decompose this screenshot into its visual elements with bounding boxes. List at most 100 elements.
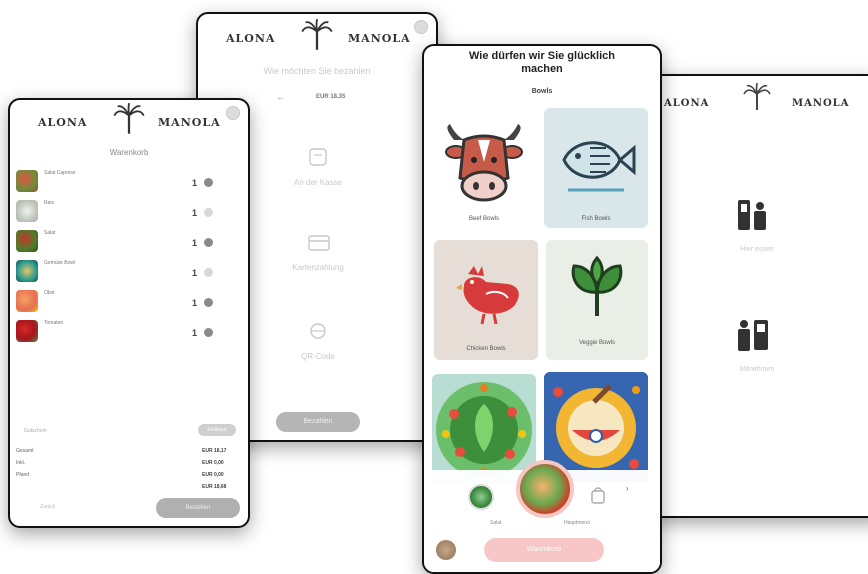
avatar[interactable] [436,540,456,560]
subtitle: Bowls [531,88,553,95]
card-icon [308,235,330,251]
list-item[interactable]: Reis 1 [10,198,248,228]
brand-left: ALONA [664,98,710,109]
total-value: EUR 18,17 [202,448,227,454]
coupon-apply-button[interactable]: Einlösen [198,424,236,436]
kiosk-option-takeaway[interactable]: Mitnehmen [712,316,802,396]
chicken-icon [456,266,519,325]
close-icon[interactable] [226,106,240,120]
kiosk-screen: ALONA MANOLA Hier essen Mitnehmen [650,74,868,518]
total-label: Gesamt [16,448,34,454]
item-name: Reis [44,200,55,206]
bag-icon[interactable] [590,486,606,504]
quantity-stepper[interactable] [204,298,213,307]
payment-option-label: QR-Code [301,352,335,361]
palm-logo-icon [113,103,145,134]
back-arrow-icon[interactable]: ← [276,92,285,102]
brand-left: ALONA [38,116,88,129]
food-thumbnail [16,260,38,282]
quantity-stepper[interactable] [204,238,213,247]
list-item[interactable]: Gemüse Bowl 1 [10,258,248,288]
list-item[interactable]: Salat 1 [10,228,248,258]
coupon-apply-label: Einlösen [207,427,227,433]
page-title: Warenkorb [109,148,149,157]
food-thumbnail [16,320,38,342]
item-qty: 1 [192,208,198,218]
item-name: Gemüse Bowl [44,260,76,266]
kiosk-takeaway-icon [738,320,768,351]
qr-icon [310,323,326,339]
title-line: machen [521,63,563,75]
total-label: Inkl. [16,460,26,466]
quantity-stepper[interactable] [204,208,213,217]
page-title: Wie dürfen wir Sie glücklich machen [424,50,660,76]
total-value: EUR 0,00 [202,460,224,466]
palm-logo-icon [301,19,333,50]
list-item[interactable]: Obst 1 [10,288,248,318]
payment-option-qr[interactable]: QR-Code [258,316,378,376]
kiosk-option-dine-in[interactable]: Hier essen [712,196,802,276]
footer-right-label: Hauptmenü [564,520,590,526]
item-name: Salat [44,230,56,236]
total-label: Pfand [16,472,30,478]
total-value: EUR 0,00 [202,472,224,478]
kiosk-option-label: Mitnehmen [739,366,775,373]
category-label: Chicken Bowls [466,346,506,352]
quantity-stepper[interactable] [204,328,213,337]
payment-option-label: Kartenzahlung [292,263,344,272]
food-thumbnail [16,230,38,252]
payment-option-label: An der Kasse [293,178,343,187]
chevron-right-icon[interactable]: › [626,484,629,493]
category-label: Veggie Bowls [578,340,616,346]
fish-icon [562,141,636,192]
item-qty: 1 [192,178,198,188]
brand-right: MANOLA [158,116,221,129]
list-item[interactable]: Salat Caprese 1 [10,168,248,198]
brand-right: MANOLA [792,98,850,109]
close-icon[interactable] [414,20,428,34]
back-button[interactable]: Zurück [40,504,55,510]
pay-button-label: Bezahlen [303,418,333,425]
item-name: Tomaten [44,320,64,326]
cart-screen: ALONA MANOLA Warenkorb Salat Caprese 1 R… [8,98,250,528]
pay-button[interactable]: Bezahlen [276,412,360,432]
title-line: Wie dürfen wir Sie glücklich [469,50,615,62]
checkout-button[interactable]: Bestellen [156,498,240,518]
palm-logo-icon [743,82,771,110]
grand-total-value: EUR 18,68 [202,484,227,490]
item-qty: 1 [192,268,198,278]
featured-bowl[interactable] [516,460,574,518]
quantity-stepper[interactable] [204,178,213,187]
menu-screen: Wie dürfen wir Sie glücklich machen Bowl… [422,44,662,574]
salad-bowl-thumbnail[interactable] [468,484,494,510]
payment-option-register[interactable]: An der Kasse [258,142,378,202]
footer-left-label: Salat [490,520,502,526]
food-thumbnail [16,170,38,192]
category-tile-veggie[interactable]: Veggie Bowls [546,240,648,360]
bottom-bar: › Salat Hauptmenü Warenkorb [424,460,660,572]
kiosk-option-label: Hier essen [740,246,774,253]
cart-list: Salat Caprese 1 Reis 1 Salat 1 Gemüse Bo… [10,168,248,348]
food-thumbnail [16,200,38,222]
vegetable-icon [571,255,623,316]
item-qty: 1 [192,328,198,338]
category-label: Fish Bowls [581,216,611,222]
list-item[interactable]: Tomaten 1 [10,318,248,348]
item-name: Obst [44,290,55,296]
quantity-stepper[interactable] [204,268,213,277]
brand-right: MANOLA [348,32,411,45]
register-icon [309,148,327,166]
category-tile-chicken[interactable]: Chicken Bowls [434,240,538,360]
payment-option-card[interactable]: Kartenzahlung [258,229,378,289]
item-name: Salat Caprese [44,170,76,176]
food-thumbnail [16,290,38,312]
category-tile-beef[interactable]: Beef Bowls [434,116,534,228]
item-qty: 1 [192,298,198,308]
cart-button[interactable]: Warenkorb [484,538,604,562]
cart-button-label: Warenkorb [527,546,561,553]
coupon-input[interactable]: Gutschein [24,428,47,434]
category-tile-salad[interactable] [432,374,536,484]
category-tile-fish[interactable]: Fish Bowls [544,108,648,228]
item-qty: 1 [192,238,198,248]
amount-text: EUR 18,35 [316,94,346,100]
